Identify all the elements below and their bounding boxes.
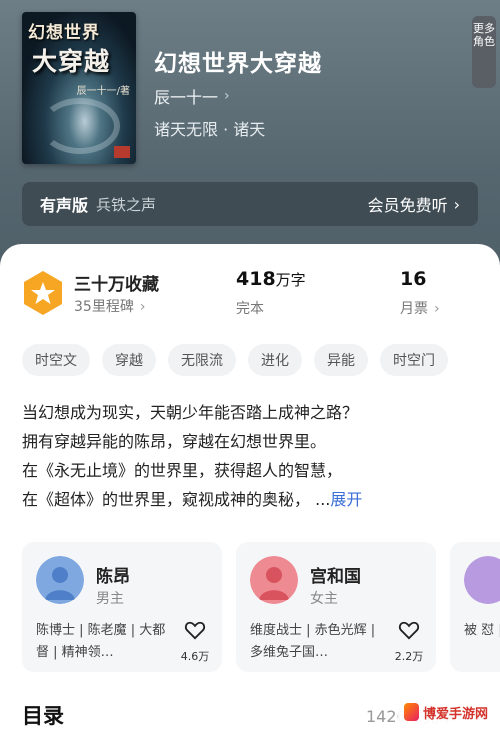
genre-tag[interactable]: 异能 (314, 344, 368, 376)
cover-seal (114, 146, 130, 158)
book-cover[interactable]: 幻想世界 大穿越 辰一十一/著 (22, 12, 136, 164)
site-watermark: 博爱手游网 (398, 696, 494, 728)
collect-count: 三十万收藏 (74, 275, 159, 295)
heart-icon (398, 621, 420, 640)
character-name: 陈昂 (96, 567, 130, 587)
word-count-unit: 万字 (275, 271, 306, 289)
cover-title-line2: 大穿越 (32, 47, 111, 76)
word-count-value: 418 (236, 268, 276, 290)
character-role: 男主 (96, 591, 124, 607)
expand-synopsis-button[interactable]: 展开 (330, 490, 362, 509)
synopsis-line: 在《永无止境》的世界里，获得超人的智慧， (22, 461, 343, 480)
character-name: 宫和国 (310, 567, 361, 587)
word-count: 418万字 (236, 268, 306, 290)
avatar (36, 556, 84, 604)
synopsis-line: 在《超体》的世界里，窥视成神的奥秘， (22, 490, 311, 509)
chevron-right-icon: › (139, 299, 146, 315)
avatar (464, 556, 500, 604)
free-listen-label: 会员免费听 (367, 196, 448, 215)
book-title: 幻想世界大穿越 (154, 51, 322, 77)
like-count: 4.6万 (180, 650, 210, 663)
cover-art (40, 98, 120, 154)
genre-tag[interactable]: 时空门 (380, 344, 448, 376)
cover-title-line1: 幻想世界 (28, 23, 100, 43)
audio-label: 有声版 (40, 196, 89, 215)
like-count: 2.2万 (394, 650, 424, 663)
genre-tag[interactable]: 时空文 (22, 344, 90, 376)
genre-tag[interactable]: 进化 (248, 344, 302, 376)
avatar (250, 556, 298, 604)
heart-icon (184, 621, 206, 640)
table-of-contents-title[interactable]: 目录 (22, 700, 64, 730)
genre-tag[interactable]: 穿越 (102, 344, 156, 376)
free-listen-button[interactable]: 会员免费听 › (368, 192, 460, 216)
audio-narrator: 兵铁之声 (96, 195, 157, 214)
cover-author: 辰一十一/著 (76, 86, 130, 97)
like-button[interactable]: 4.6万 (178, 620, 212, 664)
synopsis-ellipsis: ... (310, 490, 331, 509)
character-titles: 维度战士 | 赤色光辉 | 多维兔子国… (250, 623, 376, 660)
book-category: 诸天无限 · 诸天 (154, 120, 266, 139)
completion-status: 完本 (236, 301, 264, 317)
milestone-link[interactable]: 35里程碑 › (74, 296, 145, 316)
character-list: 陈昂 男主 陈博士 | 陈老魔 | 大都督 | 精神领… 4.6万 宫和国 女主… (22, 542, 500, 676)
like-button[interactable]: 2.2万 (392, 620, 426, 664)
synopsis-line: 拥有穿越异能的陈昂，穿越在幻想世界里。 (22, 432, 327, 451)
chevron-right-icon: › (224, 88, 230, 104)
chevron-right-icon: › (434, 301, 440, 317)
character-card[interactable]: 陈昂 男主 陈博士 | 陈老魔 | 大都督 | 精神领… 4.6万 (22, 542, 222, 672)
book-stats: 三十万收藏 35里程碑 › 418万字 完本 16 月票 › (22, 268, 482, 324)
synopsis-line: 当幻想成为现实，天朝少年能否踏上成神之路？ (22, 403, 359, 422)
genre-tag[interactable]: 无限流 (168, 344, 236, 376)
watermark-text: 博爱手游网 (422, 706, 488, 722)
character-card[interactable]: 宫和国 女主 维度战士 | 赤色光辉 | 多维兔子国… 2.2万 (236, 542, 436, 672)
watermark-logo-icon (404, 703, 419, 721)
genre-tag-list: 时空文 穿越 无限流 进化 异能 时空门 (22, 344, 448, 376)
audio-version-bar[interactable]: 有声版 兵铁之声 会员免费听 › (22, 182, 478, 226)
monthly-ticket-link[interactable]: 月票 › (400, 298, 440, 318)
author-link[interactable]: 辰一十一 › (154, 84, 230, 108)
star-badge-icon (22, 270, 64, 316)
milestone-label: 35里程碑 (74, 299, 134, 315)
synopsis-line-last: 在《超体》的世界里，窥视成神的奥秘， ...展开 (22, 485, 482, 514)
book-synopsis: 当幻想成为现实，天朝少年能否踏上成神之路？ 拥有穿越异能的陈昂，穿越在幻想世界里… (22, 398, 482, 514)
character-titles: 陈博士 | 陈老魔 | 大都督 | 精神领… (36, 623, 166, 660)
chevron-right-icon: › (453, 194, 460, 214)
character-titles: 被 怼 | (464, 623, 500, 638)
author-name: 辰一十一 (154, 88, 219, 107)
monthly-ticket-label: 月票 (400, 301, 428, 317)
more-characters-button[interactable]: 更多角色 (472, 16, 496, 88)
character-card[interactable]: 被 怼 | (450, 542, 500, 672)
monthly-ticket-count: 16 (400, 268, 427, 290)
character-role: 女主 (310, 591, 338, 607)
